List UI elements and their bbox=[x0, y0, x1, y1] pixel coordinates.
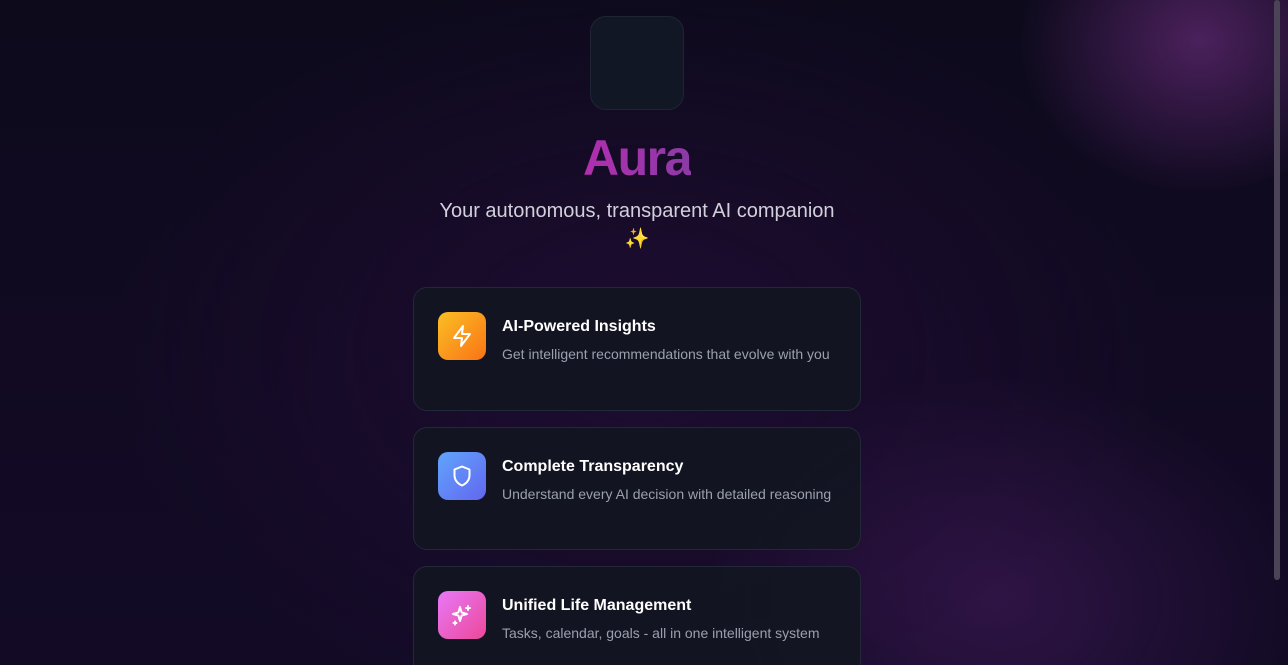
feature-title: AI-Powered Insights bbox=[502, 318, 656, 335]
shield-icon bbox=[438, 452, 486, 500]
feature-description: Tasks, calendar, goals - all in one inte… bbox=[502, 625, 820, 641]
sparkles-emoji: ✨ bbox=[624, 228, 650, 250]
app-title: Aura bbox=[583, 130, 692, 186]
page-scrollbar[interactable] bbox=[1274, 0, 1280, 580]
feature-card-insights: AI-Powered Insights Get intelligent reco… bbox=[413, 287, 861, 411]
feature-description: Understand every AI decision with detail… bbox=[502, 486, 832, 502]
feature-title: Complete Transparency bbox=[502, 458, 684, 475]
feature-card-life-management: Unified Life Management Tasks, calendar,… bbox=[413, 566, 861, 665]
sparkles-icon bbox=[438, 591, 486, 639]
feature-card-transparency: Complete Transparency Understand every A… bbox=[413, 427, 861, 550]
tagline-text: Your autonomous, transparent AI companio… bbox=[439, 200, 835, 222]
lightning-icon bbox=[438, 312, 486, 360]
app-tagline: Your autonomous, transparent AI companio… bbox=[417, 197, 857, 253]
app-logo bbox=[590, 16, 684, 110]
feature-list: AI-Powered Insights Get intelligent reco… bbox=[413, 287, 861, 665]
feature-title: Unified Life Management bbox=[502, 597, 692, 614]
welcome-screen: Aura Your autonomous, transparent AI com… bbox=[0, 0, 1274, 665]
feature-description: Get intelligent recommendations that evo… bbox=[502, 346, 830, 362]
